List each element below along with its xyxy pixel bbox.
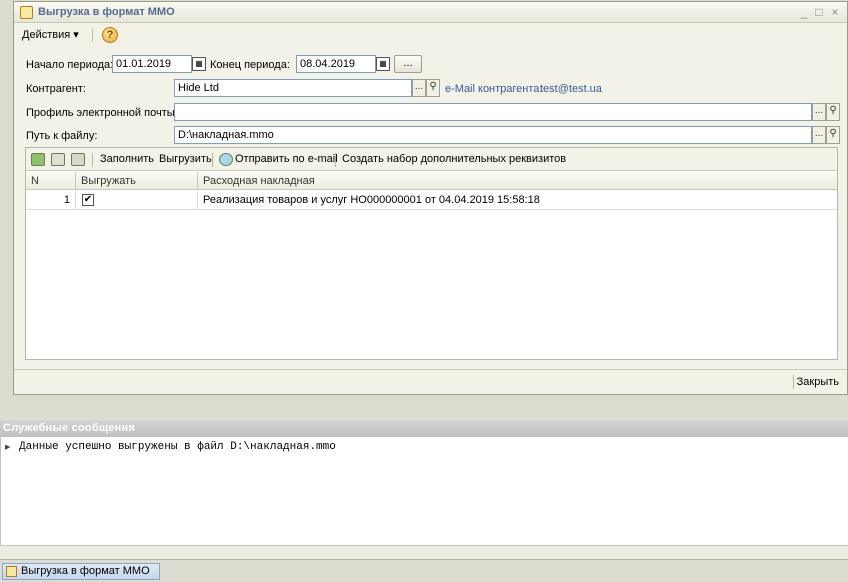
search-icon[interactable]: ⚲ [826, 103, 840, 121]
select-button[interactable]: ... [812, 103, 826, 121]
messages-panel: ▶ Данные успешно выгружены в файл D:\нак… [0, 437, 848, 545]
document-cell[interactable]: Реализация товаров и услуг НО000000001 о… [198, 191, 837, 209]
footer-separator [793, 375, 794, 389]
counterparty-input[interactable]: Hide Ltd [174, 79, 412, 97]
documents-panel: Заполнить Выгрузить Отправить по e-mail … [25, 147, 838, 360]
select-button[interactable]: ... [812, 126, 826, 144]
export-mmo-window: Выгрузка в формат ММО _ □ × Действия ▾ ?… [13, 1, 848, 395]
toolbar-separator [92, 153, 93, 167]
file-path-label: Путь к файлу: [26, 130, 98, 142]
mail-profile-input[interactable] [174, 103, 812, 121]
form-footer: Закрыть [14, 369, 847, 394]
window-taskbar: Выгрузка в формат ММО [0, 559, 848, 582]
email-icon[interactable] [219, 153, 233, 166]
window-titlebar[interactable]: Выгрузка в формат ММО _ □ × [14, 2, 847, 23]
period-end-input[interactable]: 08.04.2019 [296, 55, 376, 73]
create-set-button[interactable]: Создать набор дополнительных реквизитов [342, 153, 566, 166]
period-end-label: Конец периода: [210, 59, 290, 71]
column-header-document[interactable]: Расходная накладная [198, 172, 837, 190]
menu-separator [92, 28, 93, 42]
table-header: N Выгружать Расходная накладная [26, 172, 837, 190]
toolbar-separator [212, 153, 213, 167]
period-start-label: Начало периода: [26, 59, 114, 71]
menu-bar: Действия ▾ ? [14, 24, 847, 46]
check-all-icon[interactable] [31, 153, 45, 166]
email-value[interactable]: test@test.ua [540, 82, 602, 96]
mail-profile-label: Профиль электронной почты: [26, 107, 178, 119]
actions-menu[interactable]: Действия ▾ [19, 27, 82, 43]
email-label: e-Mail контрагента: [445, 83, 543, 95]
help-icon[interactable]: ? [102, 27, 118, 43]
horizontal-scrollbar[interactable] [0, 545, 848, 559]
period-start-input[interactable]: 01.01.2019 [112, 55, 192, 73]
period-select-button[interactable]: ... [394, 55, 422, 73]
message-arrow-icon: ▶ [5, 444, 11, 451]
calendar-icon[interactable]: ▦ [376, 57, 390, 71]
counterparty-label: Контрагент: [26, 83, 86, 95]
window-title: Выгрузка в формат ММО [38, 6, 175, 18]
form-icon [20, 6, 33, 19]
messages-panel-title: Служебные сообщения [0, 420, 848, 437]
calendar-icon[interactable]: ▦ [192, 57, 206, 71]
toolbar-separator [335, 153, 336, 167]
taskbar-item[interactable]: Выгрузка в формат ММО [2, 563, 160, 580]
message-item: Данные успешно выгружены в файл D:\накла… [19, 441, 336, 453]
form-icon [6, 566, 17, 577]
close-icon[interactable]: × [828, 5, 842, 19]
table-toolbar: Заполнить Выгрузить Отправить по e-mail … [26, 148, 837, 171]
minimize-icon[interactable]: _ [797, 5, 811, 19]
search-icon[interactable]: ⚲ [826, 126, 840, 144]
copy-icon[interactable] [51, 153, 65, 166]
close-button[interactable]: Закрыть [797, 375, 839, 389]
send-email-button[interactable]: Отправить по e-mail [235, 153, 338, 166]
column-header-n[interactable]: N [26, 172, 76, 190]
fill-button[interactable]: Заполнить [100, 153, 154, 166]
sort-icon[interactable] [71, 153, 85, 166]
select-button[interactable]: ... [412, 79, 426, 97]
table-row[interactable]: 1 ✔ Реализация товаров и услуг НО0000000… [26, 191, 837, 210]
row-number: 1 [26, 191, 76, 209]
maximize-icon[interactable]: □ [812, 5, 826, 19]
export-checkbox[interactable]: ✔ [82, 194, 94, 206]
export-button[interactable]: Выгрузить [159, 153, 212, 166]
column-header-export[interactable]: Выгружать [76, 172, 198, 190]
export-cell: ✔ [76, 191, 198, 209]
file-path-input[interactable]: D:\накладная.mmo [174, 126, 812, 144]
search-icon[interactable]: ⚲ [426, 79, 440, 97]
taskbar-item-label: Выгрузка в формат ММО [21, 565, 150, 577]
